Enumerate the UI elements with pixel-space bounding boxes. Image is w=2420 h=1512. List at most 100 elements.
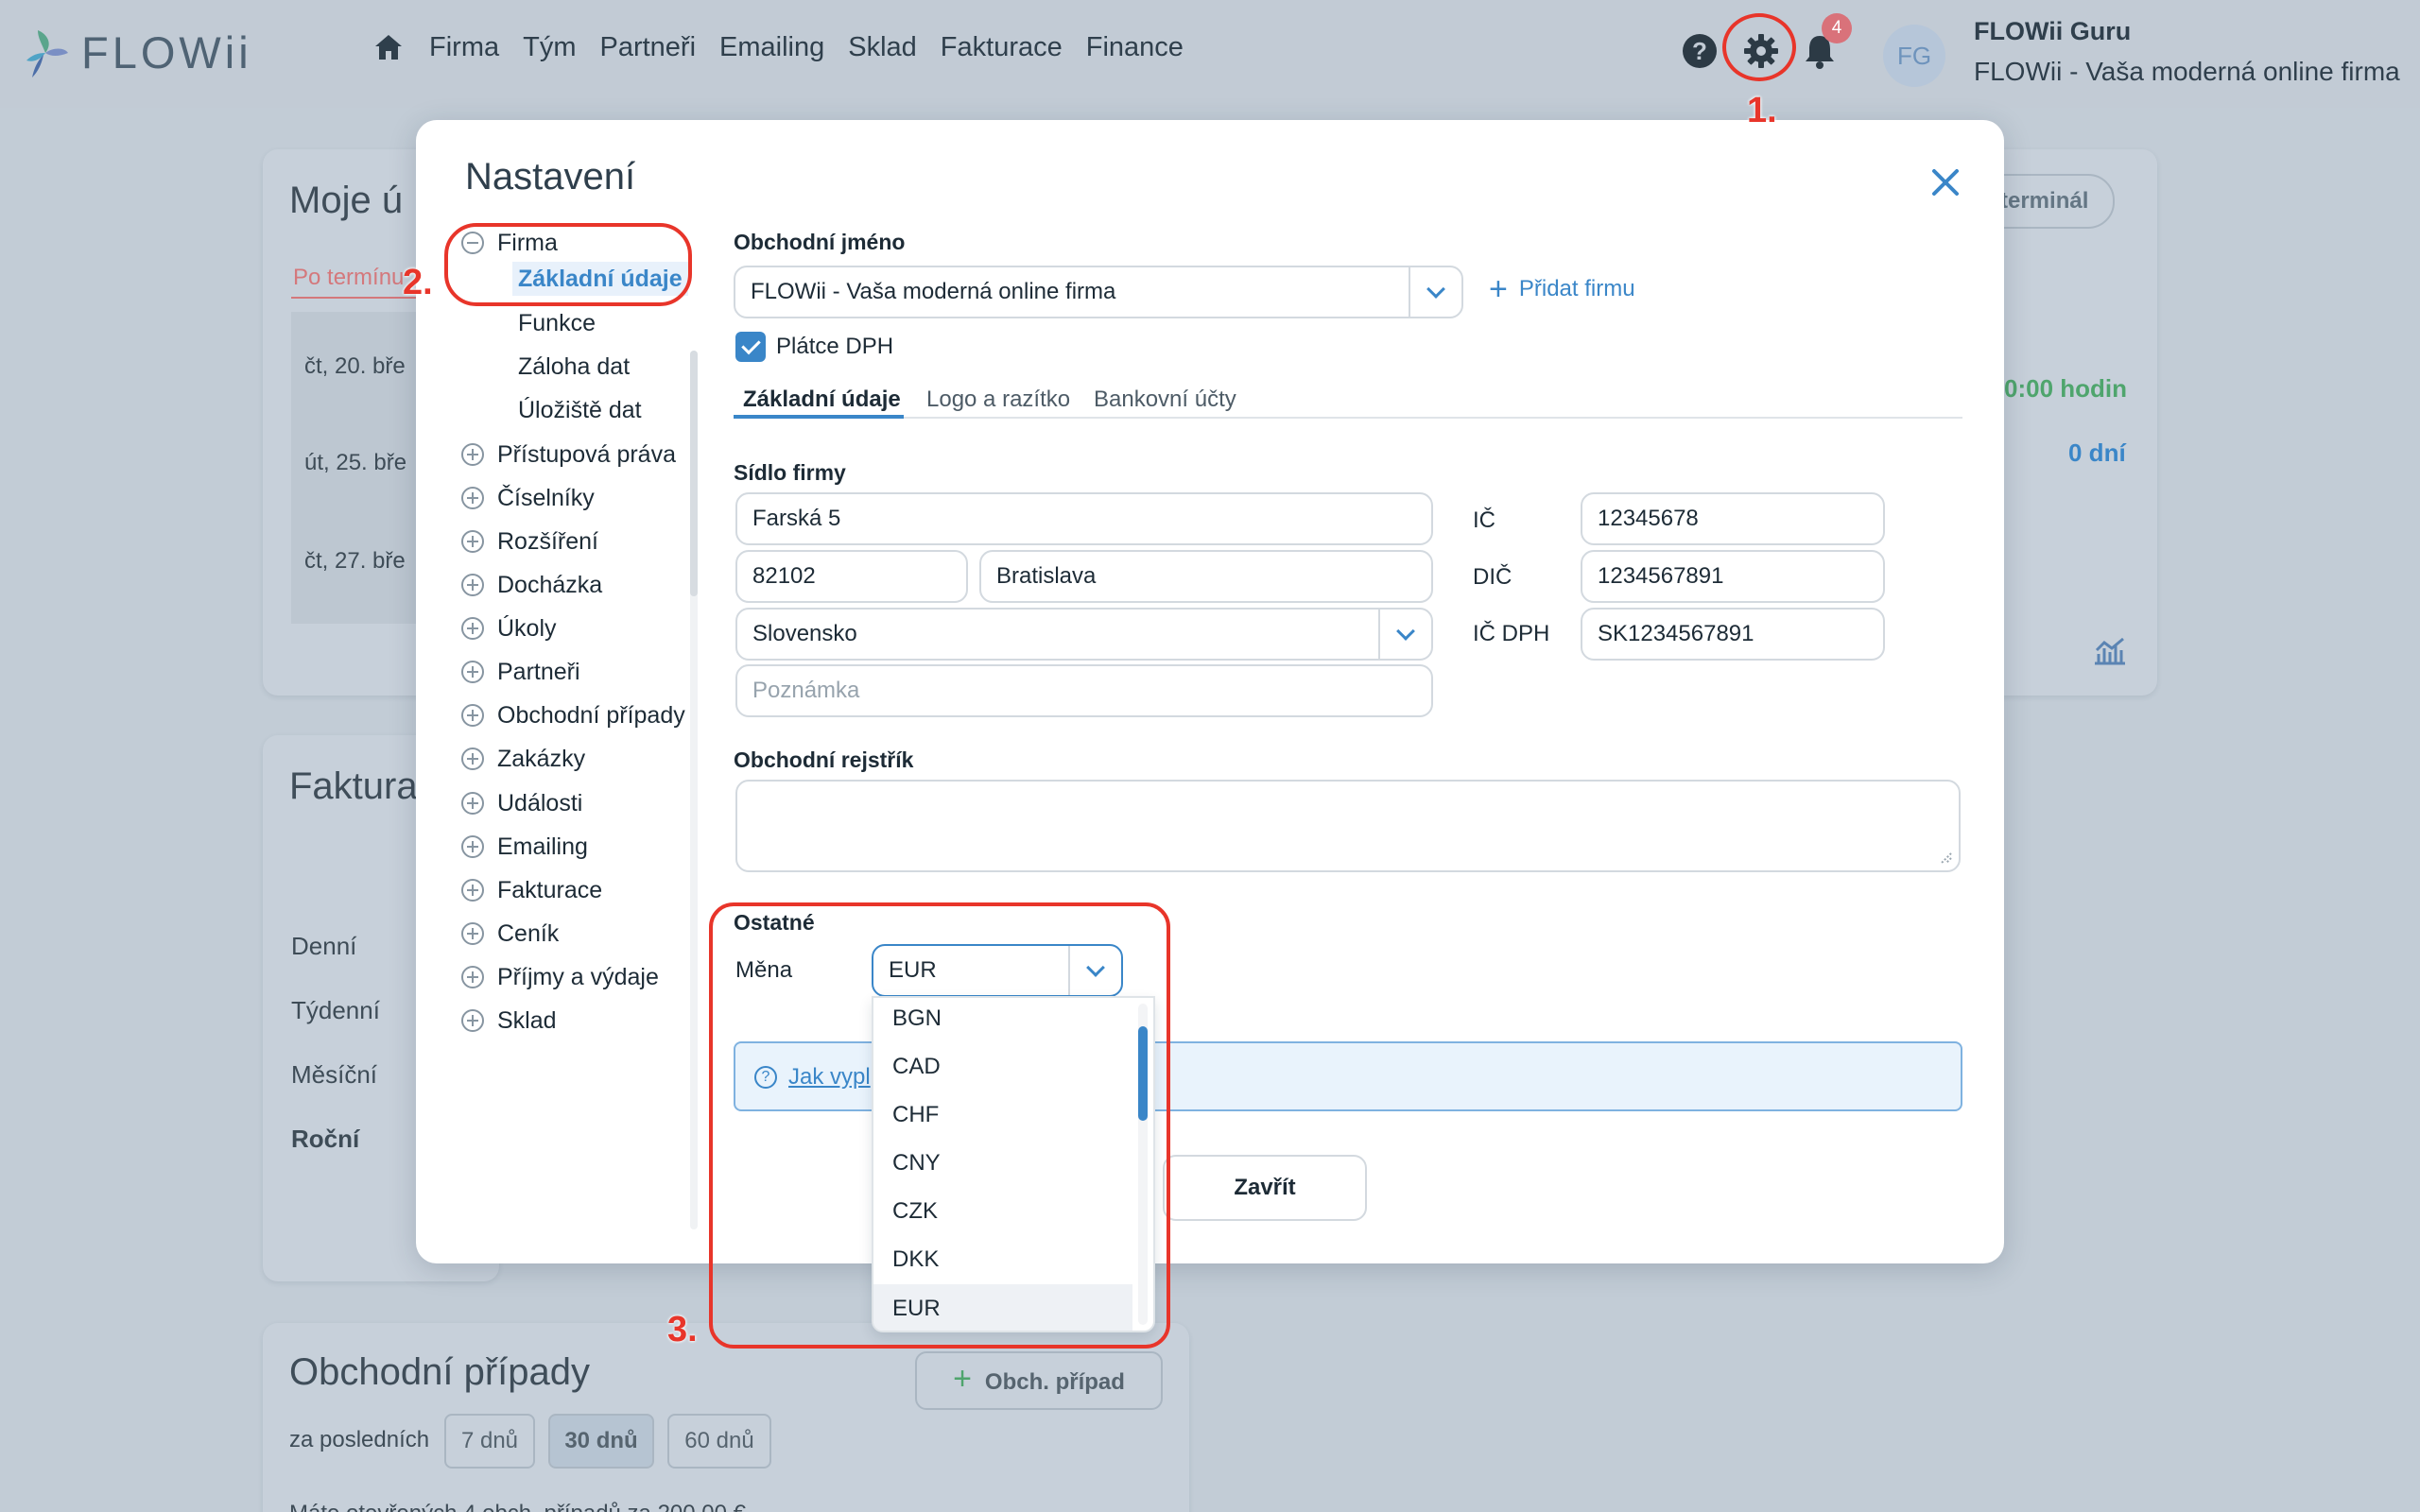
tree-item-section[interactable]: Úkoly (461, 610, 557, 647)
tab-zakladni-udaje[interactable]: Základní údaje (743, 387, 901, 413)
attendance-card-title: Moje ú (289, 180, 404, 221)
add-deal-button[interactable]: + Obch. případ (915, 1351, 1163, 1410)
home-icon[interactable] (372, 31, 405, 63)
tree-item-section[interactable]: Číselníky (461, 479, 595, 517)
tree-item-funkce[interactable]: Funkce (518, 304, 596, 342)
plus-icon: + (1489, 271, 1508, 307)
tree-item-zaloha-dat[interactable]: Záloha dat (518, 348, 630, 386)
resize-handle-icon[interactable] (1940, 851, 1953, 865)
company-label: Obchodní jméno (734, 230, 906, 254)
annotation-step-3: 3. (667, 1310, 698, 1349)
company-select-value: FLOWii - Vaša moderná online firma (751, 279, 1116, 304)
tree-item-section[interactable]: Zakázky (461, 740, 585, 778)
note-input[interactable]: Poznámka (735, 664, 1433, 717)
tab-logo-razitko[interactable]: Logo a razítko (926, 387, 1070, 413)
vat-payer-checkbox[interactable] (735, 332, 766, 362)
tree-item-section[interactable]: Fakturace (461, 871, 602, 909)
expand-icon[interactable] (461, 487, 484, 509)
dic-input[interactable]: 1234567891 (1581, 550, 1885, 603)
country-select-value: Slovensko (752, 621, 857, 646)
city-input[interactable]: Bratislava (979, 550, 1433, 603)
invoice-period[interactable]: Týdenní (291, 996, 380, 1025)
attendance-row: čt, 20. bře (304, 353, 406, 379)
tree-item-label: Docházka (497, 571, 603, 598)
nav-item-finance[interactable]: Finance (1086, 32, 1184, 63)
invoice-period[interactable]: Roční (291, 1125, 359, 1154)
chart-icon[interactable] (2093, 637, 2127, 665)
street-input[interactable]: Farská 5 (735, 492, 1433, 545)
tree-item-section[interactable]: Příjmy a výdaje (461, 958, 659, 996)
expand-icon[interactable] (461, 530, 484, 553)
user-company: FLOWii - Vaša moderná online firma (1974, 57, 2400, 86)
attendance-row: út, 25. bře (304, 450, 407, 475)
tree-item-section[interactable]: Emailing (461, 828, 588, 866)
terminal-button-label: terminál (2000, 188, 2089, 214)
expand-icon[interactable] (461, 879, 484, 902)
nav-item-firma[interactable]: Firma (429, 32, 499, 63)
tree-item-section[interactable]: Partneři (461, 653, 580, 691)
tree-item-label: Sklad (497, 1006, 557, 1034)
tree-item-section[interactable]: Obchodní případy (461, 696, 685, 734)
plus-icon: + (953, 1361, 972, 1397)
nav-item-sklad[interactable]: Sklad (848, 32, 917, 63)
nav-item-fakturace[interactable]: Fakturace (941, 32, 1063, 63)
expand-icon[interactable] (461, 1009, 484, 1032)
tree-item-label: Obchodní případy (497, 701, 685, 729)
expand-icon[interactable] (461, 443, 484, 466)
user-name: FLOWii Guru (1974, 17, 2132, 45)
nav-item-emailing[interactable]: Emailing (719, 32, 824, 63)
attendance-filter[interactable]: Po termínu (293, 265, 404, 291)
icdph-input[interactable]: SK1234567891 (1581, 608, 1885, 661)
filter-underline (291, 297, 416, 299)
tree-item-section[interactable]: Ceník (461, 915, 559, 953)
expand-icon[interactable] (461, 617, 484, 640)
deals-card-title: Obchodní případy (289, 1351, 590, 1393)
period-7[interactable]: 7 dnů (444, 1414, 535, 1469)
close-button[interactable]: Zavřít (1163, 1155, 1367, 1221)
register-label: Obchodní rejstřík (734, 747, 914, 772)
period-60[interactable]: 60 dnů (667, 1414, 771, 1469)
invoice-period[interactable]: Měsíční (291, 1060, 377, 1090)
avatar[interactable]: FG (1883, 25, 1945, 87)
annotation-ring-tree (444, 223, 692, 306)
nav-item-partneri[interactable]: Partneři (599, 32, 696, 63)
attendance-row: čt, 27. bře (304, 548, 406, 574)
expand-icon[interactable] (461, 704, 484, 727)
help-icon[interactable]: ? (1683, 34, 1717, 68)
invoices-card-title: Faktura (289, 765, 418, 807)
address-label: Sídlo firmy (734, 460, 846, 485)
tree-scrollbar-thumb[interactable] (690, 351, 698, 596)
expand-icon[interactable] (461, 966, 484, 988)
tree-item-section[interactable]: Sklad (461, 1002, 557, 1040)
tree-item-section[interactable]: Docházka (461, 566, 602, 604)
chevron-down-icon[interactable] (1378, 610, 1431, 659)
expand-icon[interactable] (461, 747, 484, 770)
expand-icon[interactable] (461, 835, 484, 858)
chevron-down-icon[interactable] (1409, 267, 1461, 317)
invoice-period[interactable]: Denní (291, 932, 356, 961)
expand-icon[interactable] (461, 922, 484, 945)
ic-label: IČ (1473, 507, 1495, 533)
tree-item-section[interactable]: Události (461, 784, 582, 822)
expand-icon[interactable] (461, 792, 484, 815)
annotation-step-2: 2. (403, 263, 433, 302)
zip-input[interactable]: 82102 (735, 550, 968, 603)
period-30[interactable]: 30 dnů (548, 1414, 654, 1469)
tree-item-section[interactable]: Rozšíření (461, 523, 598, 560)
expand-icon[interactable] (461, 661, 484, 683)
expand-icon[interactable] (461, 574, 484, 596)
ic-input[interactable]: 12345678 (1581, 492, 1885, 545)
nav-item-tym[interactable]: Tým (523, 32, 576, 63)
company-select[interactable]: FLOWii - Vaša moderná online firma (734, 266, 1463, 318)
close-icon[interactable] (1927, 163, 1964, 201)
country-select[interactable]: Slovensko (735, 608, 1433, 661)
dic-label: DIČ (1473, 564, 1512, 590)
tree-item-uloziste-dat[interactable]: Úložiště dat (518, 391, 642, 429)
register-textarea[interactable] (735, 780, 1961, 872)
hours-value: 0:00 hodin (2004, 374, 2128, 403)
tree-item-section[interactable]: Přístupová práva (461, 436, 676, 473)
tab-bankovni-ucty[interactable]: Bankovní účty (1094, 387, 1236, 413)
logo[interactable]: FLOWii (25, 25, 252, 79)
add-company-button[interactable]: + Přidat firmu (1489, 271, 1635, 307)
icdph-label: IČ DPH (1473, 621, 1550, 646)
